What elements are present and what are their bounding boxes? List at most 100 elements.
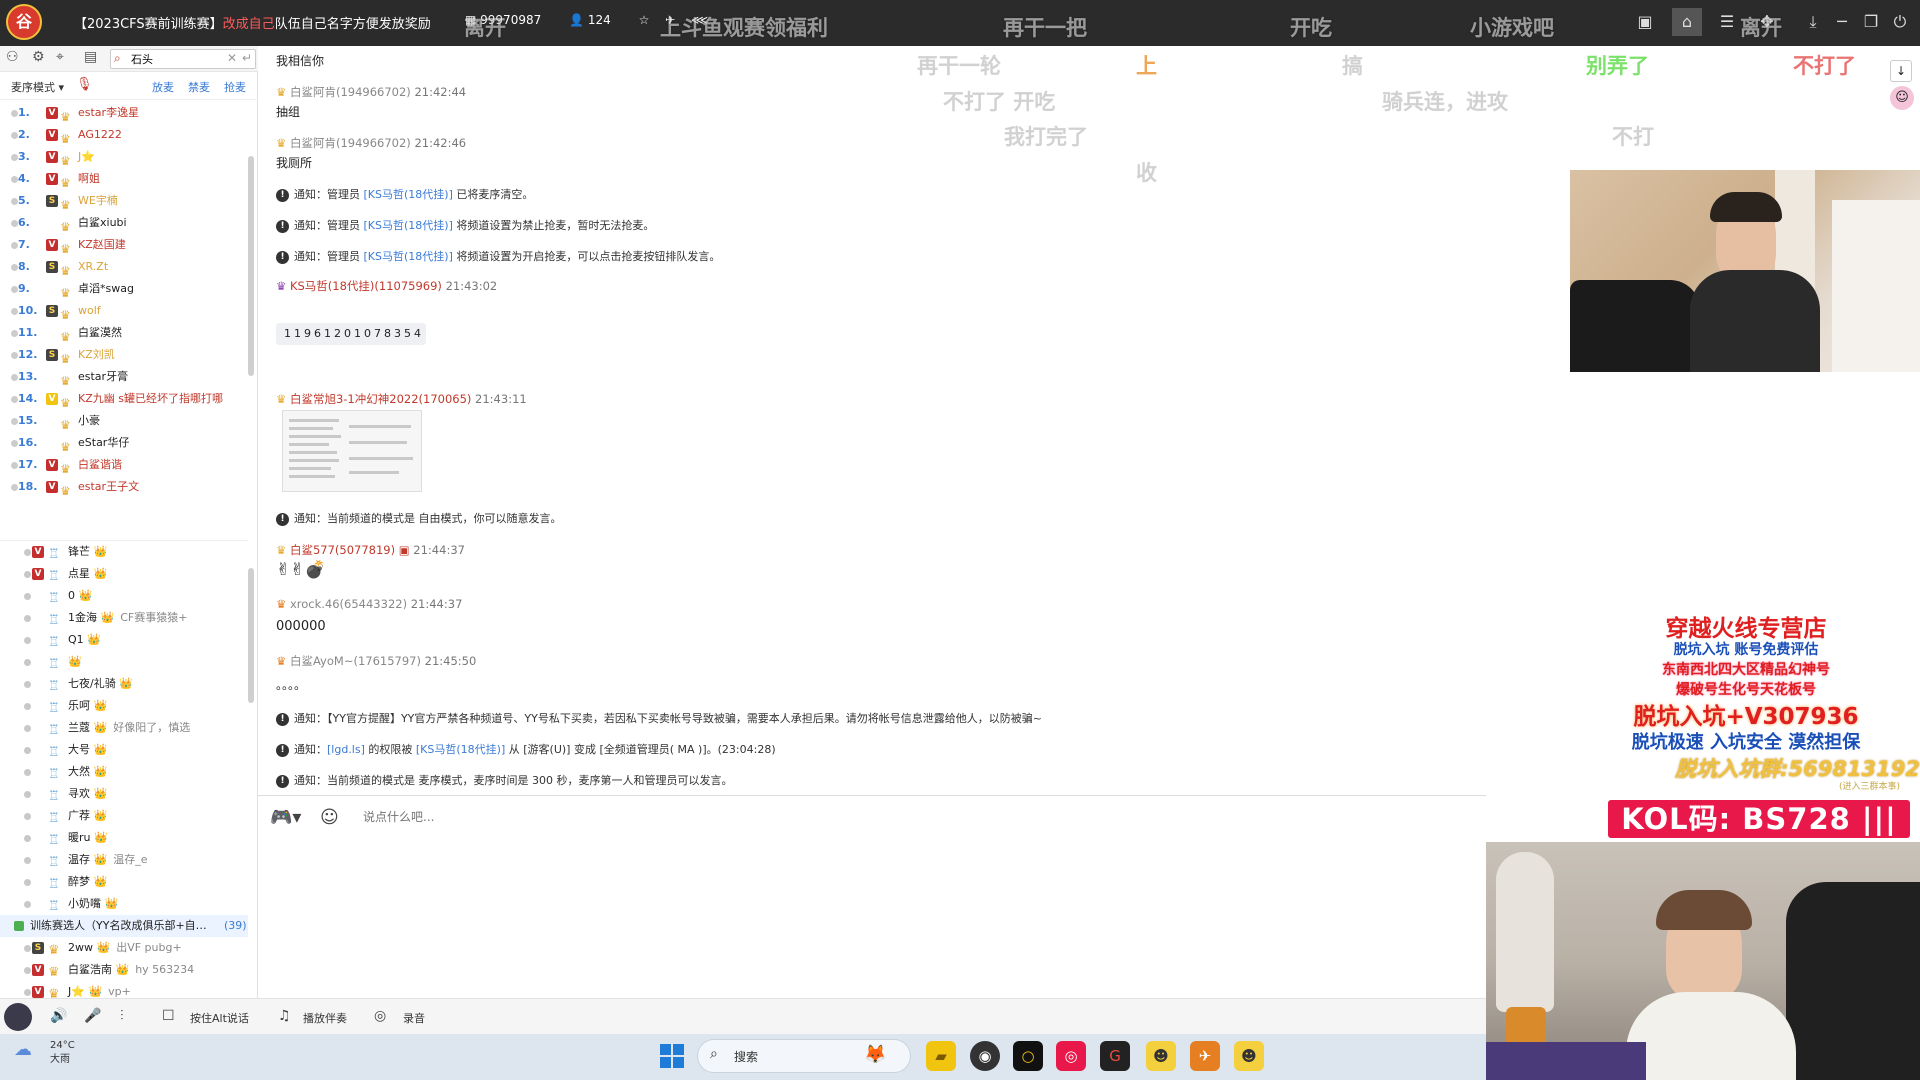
channel-group-header[interactable]: 训练赛选人（YY名改成俱乐部+自… (39)	[0, 915, 248, 937]
queue-item[interactable]: 3. V ♛ J⭐	[0, 146, 248, 168]
queue-item[interactable]: 14. V ♛ KZ九幽 s罐已经坏了指哪打哪	[0, 388, 248, 410]
location-icon[interactable]: ⌖	[56, 49, 64, 65]
app-circle-icon[interactable]: ○	[1013, 1041, 1043, 1071]
queue-item[interactable]: 2. V ♛ AG1222	[0, 124, 248, 146]
queue-item[interactable]: 8. S ♛ XR.Zt	[0, 256, 248, 278]
queue-item[interactable]: 12. S ♛ KZ刘凯	[0, 344, 248, 366]
list-icon[interactable]: ☰	[1712, 8, 1742, 36]
alt-talk-label[interactable]: 按住Alt说话	[190, 1010, 249, 1026]
status-dot	[24, 769, 31, 776]
gamepad-icon[interactable]: ✥	[1752, 8, 1782, 36]
queue-item[interactable]: 10. S ♛ wolf	[0, 300, 248, 322]
yy-icon-2[interactable]: ☻	[1234, 1041, 1264, 1071]
gift-icon[interactable]: ☺	[1890, 86, 1914, 110]
member-item[interactable]: ♖ Q1 👑	[0, 629, 248, 651]
queue-item[interactable]: 5. S ♛ WE宇楠	[0, 190, 248, 212]
chat-image-thumbnail[interactable]	[282, 410, 422, 492]
member-item[interactable]: V ♖ 锋芒 👑	[0, 541, 248, 563]
enter-icon[interactable]: ↵	[242, 51, 252, 65]
member-item[interactable]: ♖ 七夜/礼骑 👑	[0, 673, 248, 695]
user-add-icon[interactable]: ⚇	[6, 49, 19, 65]
member-item[interactable]: ♖ 暖ru 👑	[0, 827, 248, 849]
member-item[interactable]: ♖ 乐呵 👑	[0, 695, 248, 717]
mode-selector[interactable]: 麦序模式 ▾	[11, 79, 64, 95]
member-item[interactable]: ♖ 1金海 👑 CF赛事猿猿+	[0, 607, 248, 629]
release-mic-link[interactable]: 放麦	[152, 79, 174, 95]
avatar[interactable]	[4, 1003, 32, 1031]
home-icon[interactable]: ⌂	[1672, 8, 1702, 36]
yy-icon[interactable]: ☻	[1146, 1041, 1176, 1071]
download-icon[interactable]: ⤓	[1798, 8, 1828, 36]
clear-icon[interactable]: ✕	[227, 51, 237, 65]
mention-icon[interactable]: ☺	[320, 807, 339, 828]
netease-music-icon[interactable]: ◎	[1056, 1041, 1086, 1071]
group-member-item[interactable]: S ♛ 2ww 👑 出VF pubg+	[0, 937, 248, 959]
queue-item[interactable]: 18. V ♛ estar王子文	[0, 476, 248, 498]
member-scrollbar[interactable]	[248, 568, 254, 703]
rank-badge: V	[32, 568, 44, 580]
queue-item[interactable]: 11. ♛ 白鲨漠然	[0, 322, 248, 344]
windows-start-icon[interactable]	[660, 1044, 684, 1068]
queue-scrollbar[interactable]	[248, 156, 254, 376]
queue-user-name: wolf	[78, 304, 101, 317]
member-item[interactable]: ♖ 大号 👑	[0, 739, 248, 761]
taskbar-search[interactable]: ⌕ 搜索 🦊	[697, 1039, 911, 1073]
queue-user-name: 啊姐	[78, 172, 100, 185]
queue-item[interactable]: 16. ♛ eStar华仔	[0, 432, 248, 454]
power-icon[interactable]: ⏻	[1885, 8, 1915, 36]
chrome-icon[interactable]: ◉	[970, 1041, 1000, 1071]
weather-widget[interactable]: ☁ 24°C 大雨	[14, 1039, 75, 1067]
queue-item[interactable]: 7. V ♛ KZ赵国建	[0, 234, 248, 256]
queue-item[interactable]: 13. ♛ estar牙膏	[0, 366, 248, 388]
member-item[interactable]: ♖ 广荐 👑	[0, 805, 248, 827]
grab-mic-link[interactable]: 抢麦	[224, 79, 246, 95]
queue-item[interactable]: 1. V ♛ estar李逸星	[0, 102, 248, 124]
microphone-icon[interactable]: 🎤	[84, 1008, 101, 1024]
queue-item[interactable]: 17. V ♛ 白鲨谐谐	[0, 454, 248, 476]
restore-icon[interactable]: ❐	[1856, 8, 1886, 36]
scroll-down-icon[interactable]: ↓	[1890, 60, 1912, 82]
queue-user-name: estar牙膏	[78, 370, 129, 383]
member-search-box[interactable]: ⌕ ✕ ↵	[110, 49, 256, 69]
favorite-icon[interactable]: ☆	[639, 13, 650, 27]
queue-item[interactable]: 6. ♛ 白鲨xiubi	[0, 212, 248, 234]
ban-mic-link[interactable]: 禁麦	[188, 79, 210, 95]
member-search-input[interactable]	[111, 50, 211, 68]
member-item[interactable]: ♖ 大然 👑	[0, 761, 248, 783]
emoji-icon[interactable]: 🎮▾	[270, 807, 301, 828]
speaker-icon[interactable]: 🔊	[50, 1008, 67, 1024]
checkbox-icon[interactable]: ☐	[162, 1008, 175, 1024]
app-bird-icon[interactable]: ✈	[1190, 1041, 1220, 1071]
more-share-icon[interactable]: ⋘	[691, 13, 708, 27]
queue-item[interactable]: 9. ♛ 卓滔*swag	[0, 278, 248, 300]
member-item[interactable]: ♖ 醉梦 👑	[0, 871, 248, 893]
share-icon[interactable]: ✈	[665, 13, 675, 27]
member-item[interactable]: ♖ 兰蔻 👑 好像阳了，慎选	[0, 717, 248, 739]
member-item[interactable]: ♖ 寻欢 👑	[0, 783, 248, 805]
status-dot	[11, 352, 18, 359]
group-member-item[interactable]: V ♛ 白鲨浩南 👑 hy 563234	[0, 959, 248, 981]
member-item[interactable]: ♖ 0 👑	[0, 585, 248, 607]
record-label[interactable]: 录音	[403, 1010, 425, 1026]
play-music-label[interactable]: 播放伴奏	[303, 1010, 347, 1026]
settings-icon[interactable]: ⚙	[32, 49, 45, 65]
minimize-icon[interactable]: ─	[1827, 8, 1857, 36]
queue-item[interactable]: 15. ♛ 小豪	[0, 410, 248, 432]
queue-item[interactable]: 4. V ♛ 啊姐	[0, 168, 248, 190]
member-item[interactable]: ♖ 👑	[0, 651, 248, 673]
record-icon[interactable]: ◎	[374, 1008, 386, 1024]
member-item[interactable]: ♖ 温存 👑 温存_e	[0, 849, 248, 871]
member-name: Q1 👑	[68, 633, 101, 646]
member-item[interactable]: ♖ 小奶嘴 👑	[0, 893, 248, 915]
status-dot	[11, 264, 18, 271]
mic-icon[interactable]: 🎙	[76, 77, 93, 92]
chat-message-input[interactable]	[363, 808, 1263, 848]
equalizer-icon[interactable]: ⫶	[120, 1008, 124, 1024]
rank-badge: V	[32, 546, 44, 558]
app-g-icon[interactable]: G	[1100, 1041, 1130, 1071]
file-explorer-icon[interactable]: ▰	[926, 1041, 956, 1071]
book-icon[interactable]: ▤	[84, 49, 97, 65]
music-icon[interactable]: ♫	[278, 1008, 291, 1024]
member-item[interactable]: V ♖ 点星 👑	[0, 563, 248, 585]
video-icon[interactable]: ▣	[1630, 8, 1660, 36]
